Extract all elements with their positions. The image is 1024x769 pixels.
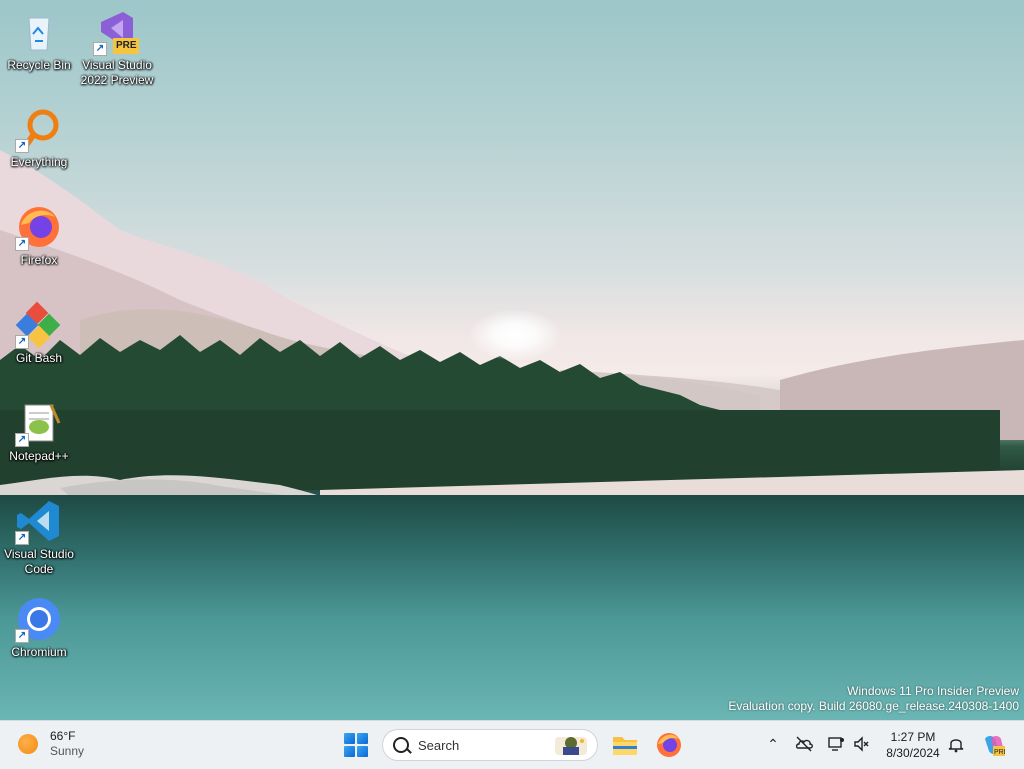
shortcut-arrow-icon: ↗ [15,237,29,251]
desktop-icon-label: Firefox [20,253,58,267]
desktop-icon-label: Git Bash [15,351,63,365]
chromium-icon: ↗ [15,595,63,643]
desktop-icon-vscode[interactable]: ↗ Visual Studio Code [1,497,77,577]
desktop-icon-label: Chromium [11,645,67,659]
desktop-icon-recycle-bin[interactable]: Recycle Bin [1,8,77,73]
desktop-icon-label: Visual Studio Code [4,547,74,576]
clock-time: 1:27 PM [890,730,936,744]
shortcut-arrow-icon: ↗ [93,42,107,56]
desktop-icon-chromium[interactable]: ↗ Chromium [1,595,77,660]
taskbar-search-box[interactable]: Search [382,729,598,761]
search-highlight-icon [555,737,587,755]
desktop-icon-label: Visual Studio 2022 Preview [80,58,154,87]
recycle-bin-icon [15,8,63,56]
chevron-up-icon[interactable]: ⌃ [764,735,782,753]
desktop-icon-label: Everything [10,155,68,169]
weather-temp: 66°F [50,729,76,743]
visual-studio-preview-icon: PRE ↗ [93,8,141,56]
copilot-icon[interactable]: PRE [981,733,1009,757]
firefox-taskbar-button[interactable] [655,731,683,759]
vscode-icon: ↗ [15,497,63,545]
svg-text:PRE: PRE [994,749,1005,756]
desktop-icon-label: Recycle Bin [7,58,71,72]
pre-badge: PRE [116,40,137,51]
network-icon[interactable] [827,735,845,753]
everything-search-icon: ↗ [15,105,63,153]
desktop-icon-visual-studio-preview[interactable]: PRE ↗ Visual Studio 2022 Preview [79,8,155,88]
desktop-icon-firefox[interactable]: ↗ Firefox [1,203,77,268]
windows-evaluation-watermark: Windows 11 Pro Insider Preview Evaluatio… [728,684,1019,714]
desktop-icon-git-bash[interactable]: ↗ Git Bash [1,301,77,366]
shortcut-arrow-icon: ↗ [15,335,29,349]
watermark-line1: Windows 11 Pro Insider Preview [847,684,1019,698]
clock-date: 8/30/2024 [886,746,940,760]
notepadpp-icon: ↗ [15,399,63,447]
search-placeholder: Search [418,738,460,753]
desktop-icon-everything[interactable]: ↗ Everything [1,105,77,170]
weather-condition: Sunny [50,744,85,758]
firefox-icon [657,733,681,757]
folder-icon [613,737,637,755]
firefox-icon: ↗ [15,203,63,251]
taskbar-clock[interactable]: 1:27 PM 8/30/2024 [882,729,944,761]
file-explorer-button[interactable] [611,731,639,759]
notification-bell-icon[interactable] [947,735,965,753]
start-button[interactable] [344,733,368,757]
weather-widget[interactable]: 66°F Sunny [18,729,84,759]
sunny-weather-icon [18,734,38,754]
onedrive-offline-icon[interactable] [795,735,813,753]
git-bash-icon: ↗ [15,301,63,349]
desktop-icon-notepadpp[interactable]: ↗ Notepad++ [1,399,77,464]
taskbar: 66°F Sunny Search ⌃ 1:27 PM 8/30/2024 PR [0,720,1024,769]
shortcut-arrow-icon: ↗ [15,433,29,447]
sun-glow [470,310,560,360]
desktop-icon-label: Notepad++ [9,449,69,463]
search-icon [393,737,409,753]
watermark-line2: Evaluation copy. Build 26080.ge_release.… [728,699,1019,713]
shortcut-arrow-icon: ↗ [15,629,29,643]
shortcut-arrow-icon: ↗ [15,139,29,153]
windows-logo-icon [344,733,355,744]
shortcut-arrow-icon: ↗ [15,531,29,545]
desktop-background: Recycle Bin PRE ↗ Visual Studio 2022 Pre… [0,0,1024,720]
volume-muted-icon[interactable] [852,735,870,753]
